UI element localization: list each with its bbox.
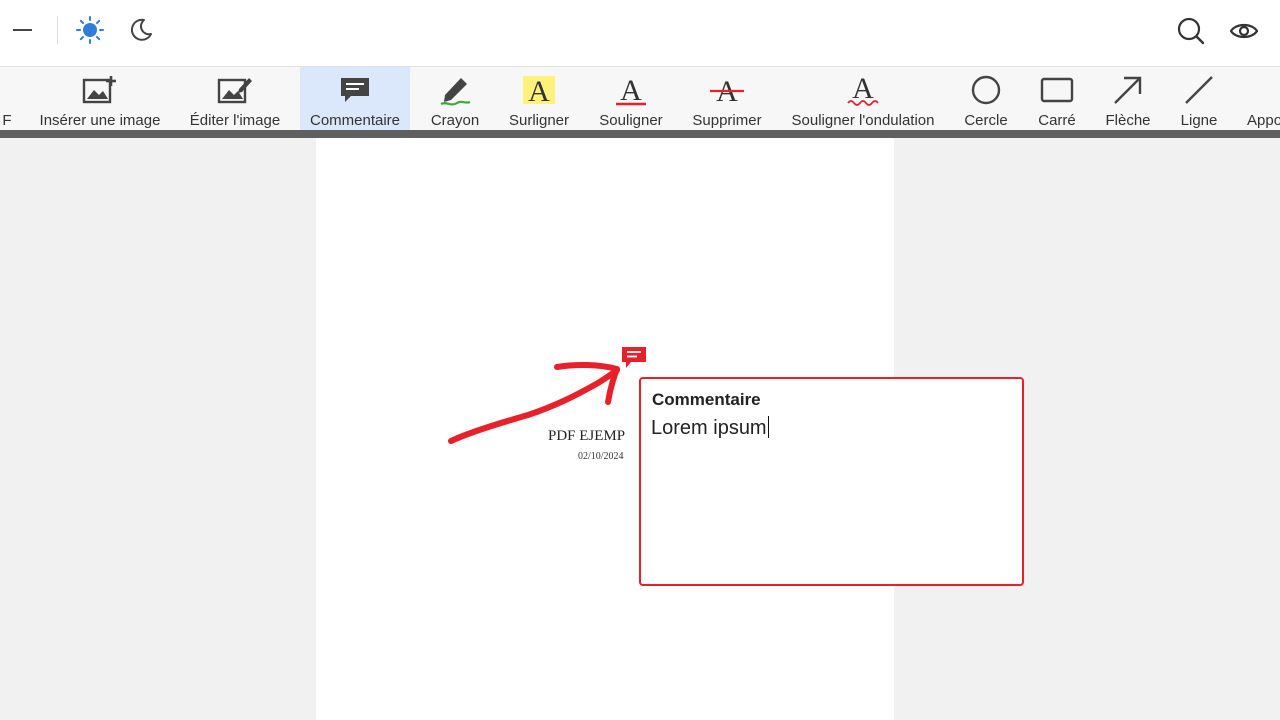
square-icon	[1040, 73, 1074, 107]
svg-text:A: A	[620, 74, 642, 106]
search-icon[interactable]	[1175, 15, 1207, 47]
pencil-icon	[437, 73, 473, 107]
tool-edit-image-label: Éditer l'image	[189, 112, 281, 129]
comment-popup-title: Commentaire	[652, 390, 761, 409]
highlight-icon: A	[522, 73, 556, 107]
comment-marker-icon[interactable]	[621, 346, 647, 375]
tool-pencil-label: Crayon	[430, 112, 480, 129]
tool-square[interactable]: Carré	[1030, 67, 1084, 130]
tool-square-label: Carré	[1038, 112, 1076, 129]
tool-partial-left[interactable]: F	[0, 67, 14, 130]
tool-strikethrough-label: Supprimer	[692, 112, 762, 129]
comment-text: Lorem ipsum	[651, 417, 767, 439]
tool-arrow[interactable]: Flèche	[1098, 67, 1158, 130]
insert-image-icon	[82, 73, 118, 107]
moon-icon[interactable]	[126, 15, 156, 45]
tool-circle-label: Cercle	[964, 112, 1008, 129]
annotation-toolbar: F Insérer une image Éditer l'image Comme…	[0, 67, 1280, 130]
tool-pencil[interactable]: Crayon	[424, 67, 486, 130]
line-icon	[1183, 73, 1215, 107]
tool-arrow-label: Flèche	[1105, 112, 1151, 129]
top-bar	[0, 0, 1280, 67]
eye-icon[interactable]	[1227, 15, 1261, 47]
tool-partial-right[interactable]: Appo	[1240, 67, 1280, 130]
tool-comment-label: Commentaire	[309, 112, 401, 129]
squiggly-underline-icon: A	[846, 73, 880, 107]
tool-underline-label: Souligner	[599, 112, 663, 129]
tool-line[interactable]: Ligne	[1172, 67, 1226, 130]
topbar-divider	[57, 16, 58, 44]
document-title-text: PDF EJEMP	[548, 428, 626, 444]
toolbar-separator	[0, 130, 1280, 138]
tool-insert-image[interactable]: Insérer une image	[34, 67, 166, 130]
tool-strikethrough[interactable]: A Supprimer	[686, 67, 768, 130]
strikethrough-icon: A	[708, 73, 746, 107]
tool-partial-left-label: F	[2, 112, 12, 129]
svg-text:A: A	[528, 75, 550, 106]
minus-icon[interactable]	[8, 16, 36, 44]
tool-circle[interactable]: Cercle	[956, 67, 1016, 130]
arrow-icon	[1112, 73, 1144, 107]
tool-highlight[interactable]: A Surligner	[502, 67, 576, 130]
sun-icon[interactable]	[74, 14, 106, 46]
comment-text-field[interactable]: Lorem ipsum	[651, 416, 1011, 566]
underline-icon: A	[614, 73, 648, 107]
tool-partial-right-label: Appo	[1247, 112, 1280, 129]
tool-line-label: Ligne	[1180, 112, 1218, 129]
tool-comment[interactable]: Commentaire	[300, 67, 410, 130]
edit-image-icon	[217, 73, 253, 107]
tool-squiggly-underline[interactable]: A Souligner l'ondulation	[786, 67, 940, 130]
comment-icon	[339, 73, 371, 107]
comment-popup[interactable]: Commentaire Lorem ipsum	[639, 377, 1024, 586]
tool-squiggly-underline-label: Souligner l'ondulation	[791, 112, 935, 129]
circle-icon	[970, 73, 1002, 107]
tool-underline[interactable]: A Souligner	[594, 67, 668, 130]
document-date-text: 02/10/2024	[578, 451, 624, 462]
tool-highlight-label: Surligner	[508, 112, 570, 129]
tool-insert-image-label: Insérer une image	[39, 112, 161, 129]
tool-edit-image[interactable]: Éditer l'image	[184, 67, 286, 130]
text-caret	[767, 416, 769, 438]
document-workspace[interactable]: PDF EJEMP 02/10/2024 Commentaire Lorem i…	[0, 138, 1280, 720]
